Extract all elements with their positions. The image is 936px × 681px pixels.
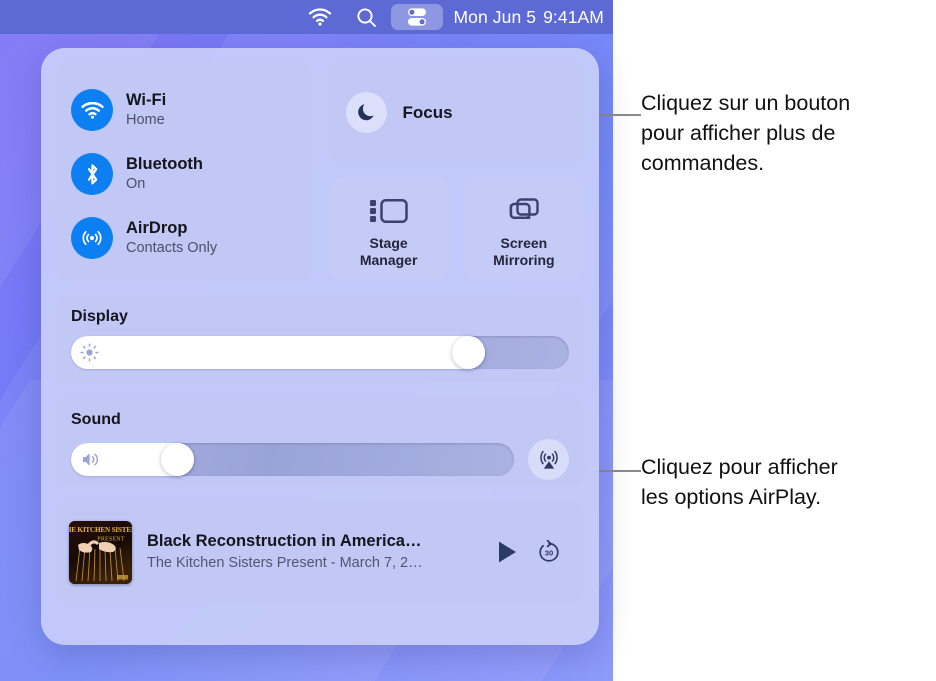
- screen-mirroring-label-line1: Screen: [500, 235, 548, 251]
- stage-manager-label: Stage Manager: [360, 235, 418, 268]
- airdrop-labels: AirDrop Contacts Only: [126, 219, 217, 257]
- sound-label: Sound: [71, 411, 121, 428]
- airdrop-title: AirDrop: [126, 219, 188, 237]
- focus-button[interactable]: Focus: [327, 62, 585, 163]
- display-slider-row: [71, 336, 569, 369]
- bluetooth-control[interactable]: Bluetooth On: [55, 142, 313, 206]
- stage-manager-button[interactable]: Stage Manager: [327, 178, 450, 280]
- wifi-control[interactable]: Wi-Fi Home: [55, 78, 313, 142]
- menubar-clock[interactable]: Mon Jun 5 9:41AM: [449, 7, 604, 28]
- stage-manager-label-line2: Manager: [359, 251, 418, 268]
- now-playing-subtitle: The Kitchen Sisters Present - March 7, 2…: [147, 555, 423, 571]
- control-center-square-tiles: Stage Manager Screen Mirroring: [327, 178, 585, 280]
- menubar-control-center-icon[interactable]: [391, 4, 444, 30]
- callout-airplay: Cliquez pour afficher les options AirPla…: [641, 452, 931, 512]
- skip-forward-30-button[interactable]: 30: [527, 539, 571, 565]
- callout-buttons-leader-line: [600, 114, 641, 116]
- callout-buttons: Cliquez sur un bouton pour afficher plus…: [641, 88, 933, 178]
- wifi-labels: Wi-Fi Home: [126, 91, 166, 129]
- sound-section: Sound: [55, 398, 585, 486]
- display-slider-knob[interactable]: [452, 336, 486, 369]
- menubar-date: Mon Jun 5: [453, 6, 537, 27]
- menubar-search-icon[interactable]: [343, 0, 389, 34]
- wifi-icon: [71, 89, 113, 131]
- brightness-icon: [80, 343, 99, 367]
- focus-label: Focus: [402, 102, 453, 122]
- sound-slider-row: [71, 439, 569, 480]
- screen-mirroring-label-line2: Mirroring: [493, 251, 555, 268]
- screen-mirroring-icon: [507, 194, 541, 228]
- moon-icon: [345, 92, 387, 133]
- display-slider-fill: [71, 336, 486, 369]
- control-center-top-row: Wi-Fi Home Bluetooth On AirDrop Contacts…: [55, 62, 585, 280]
- callout-airplay-line1: Cliquez pour afficher: [641, 455, 838, 479]
- airplay-audio-button[interactable]: [528, 439, 569, 480]
- bluetooth-status: On: [126, 176, 146, 192]
- control-center-right-column: Focus Stage Manager Screen Mirroring: [327, 62, 585, 280]
- menubar-wifi-icon[interactable]: [297, 0, 343, 34]
- display-section: Display: [55, 295, 585, 383]
- skip-forward-30-value: 30: [545, 549, 553, 558]
- menu-bar: Mon Jun 5 9:41AM: [0, 0, 613, 34]
- sound-volume-slider[interactable]: [71, 443, 514, 476]
- callout-buttons-line1: Cliquez sur un bouton: [641, 91, 851, 115]
- sound-slider-knob[interactable]: [161, 443, 195, 476]
- svg-text:PRESENT: PRESENT: [97, 536, 125, 542]
- skip-forward-30-icon: 30: [539, 539, 559, 562]
- wifi-title: Wi-Fi: [126, 91, 167, 109]
- screen-mirroring-label: Screen Mirroring: [493, 235, 554, 268]
- control-center-panel: Wi-Fi Home Bluetooth On AirDrop Contacts…: [41, 48, 599, 645]
- screen-mirroring-button[interactable]: Screen Mirroring: [462, 178, 585, 280]
- play-icon: [498, 541, 516, 563]
- airdrop-status: Contacts Only: [126, 240, 218, 256]
- bluetooth-icon: [71, 153, 113, 195]
- callout-airplay-line2: les options AirPlay.: [641, 485, 822, 509]
- display-brightness-slider[interactable]: [71, 336, 569, 369]
- display-label: Display: [71, 308, 128, 325]
- bluetooth-title: Bluetooth: [126, 155, 203, 173]
- volume-icon: [80, 450, 101, 474]
- bluetooth-labels: Bluetooth On: [126, 155, 203, 193]
- airdrop-icon: [71, 217, 113, 259]
- now-playing-tile[interactable]: THE KITCHEN SISTERS PRESENT Black Recons…: [55, 501, 585, 603]
- stage-manager-icon: [368, 194, 410, 228]
- callout-buttons-line3: commandes.: [641, 151, 765, 175]
- wifi-status: Home: [126, 112, 165, 128]
- stage-manager-label-line1: Stage: [369, 235, 408, 251]
- now-playing-text: Black Reconstruction in America… The Kit…: [147, 531, 487, 573]
- connectivity-group: Wi-Fi Home Bluetooth On AirDrop Contacts…: [55, 62, 313, 280]
- menubar-time: 9:41AM: [543, 6, 604, 27]
- airdrop-control[interactable]: AirDrop Contacts Only: [55, 206, 313, 270]
- now-playing-title: Black Reconstruction in America…: [147, 532, 422, 550]
- play-button[interactable]: [487, 540, 527, 564]
- svg-text:THE KITCHEN SISTERS: THE KITCHEN SISTERS: [69, 526, 132, 534]
- screenshot-root: Mon Jun 5 9:41AM Wi-Fi Home Bluetooth On…: [0, 0, 936, 681]
- airplay-audio-icon: [539, 450, 558, 469]
- album-artwork: THE KITCHEN SISTERS PRESENT: [69, 520, 132, 584]
- callout-buttons-line2: pour afficher plus de: [641, 121, 836, 145]
